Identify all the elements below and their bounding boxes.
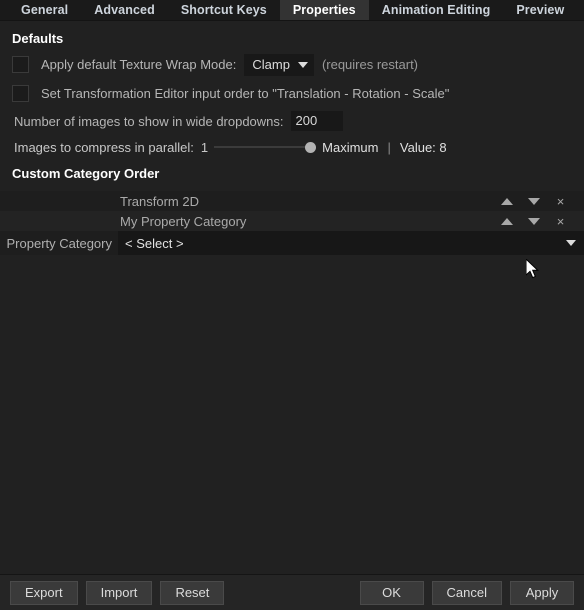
category-list: Transform 2D × My Property Category × Pr… xyxy=(0,191,584,255)
slider-handle[interactable] xyxy=(305,141,317,153)
tab-label: Shortcut Keys xyxy=(180,3,267,17)
property-category-select[interactable]: < Select > xyxy=(118,231,584,255)
transformation-editor-row: Set Transformation Editor input order to… xyxy=(0,79,584,108)
up-arrow-icon[interactable] xyxy=(500,215,513,228)
row-actions: × xyxy=(500,215,584,228)
property-category-selected-value: < Select > xyxy=(125,235,184,251)
cancel-button[interactable]: Cancel xyxy=(431,580,502,605)
chevron-down-icon xyxy=(566,240,576,246)
tab-properties[interactable]: Properties xyxy=(279,0,369,20)
wide-dropdowns-label: Number of images to show in wide dropdow… xyxy=(14,113,284,129)
texture-wrap-row: Apply default Texture Wrap Mode: Clamp (… xyxy=(0,50,584,79)
tab-advanced[interactable]: Advanced xyxy=(81,0,168,20)
defaults-section-title: Defaults xyxy=(12,31,64,46)
tab-general[interactable]: General xyxy=(8,0,81,20)
separator: | xyxy=(387,139,391,155)
tab-label: Properties xyxy=(292,3,356,17)
tab-shortcut-keys[interactable]: Shortcut Keys xyxy=(168,0,280,20)
import-button[interactable]: Import xyxy=(85,580,153,605)
texture-wrap-dropdown[interactable]: Clamp xyxy=(244,53,314,76)
tab-label: Animation Editing xyxy=(381,3,491,17)
up-arrow-icon[interactable] xyxy=(500,195,513,208)
compress-parallel-value: Value: 8 xyxy=(399,139,447,155)
tab-label: Preview xyxy=(516,3,565,17)
bottom-button-bar: Export Import Reset OK Cancel Apply xyxy=(0,574,584,610)
properties-panel: Defaults Apply default Texture Wrap Mode… xyxy=(0,21,584,574)
category-name: Transform 2D xyxy=(120,193,199,209)
compress-parallel-label: Images to compress in parallel: xyxy=(14,139,194,155)
tab-label: Advanced xyxy=(94,3,155,17)
compress-parallel-row: Images to compress in parallel: 1 Maximu… xyxy=(0,134,584,160)
down-arrow-icon[interactable] xyxy=(527,195,540,208)
texture-wrap-hint: (requires restart) xyxy=(321,57,419,72)
row-actions: × xyxy=(500,195,584,208)
apply-button[interactable]: Apply xyxy=(510,580,574,605)
transformation-editor-label: Set Transformation Editor input order to… xyxy=(41,86,450,101)
texture-wrap-checkbox[interactable] xyxy=(12,56,29,73)
mouse-cursor xyxy=(526,259,539,279)
table-row[interactable]: Transform 2D × xyxy=(0,191,584,211)
reset-button[interactable]: Reset xyxy=(160,580,225,605)
down-arrow-icon[interactable] xyxy=(527,215,540,228)
transformation-editor-checkbox[interactable] xyxy=(12,85,29,102)
tab-animation-editing[interactable]: Animation Editing xyxy=(369,0,504,20)
texture-wrap-value: Clamp xyxy=(252,57,290,72)
chevron-down-icon xyxy=(297,61,308,68)
add-category-row: Property Category < Select > xyxy=(0,231,584,255)
texture-wrap-label: Apply default Texture Wrap Mode: xyxy=(41,57,237,72)
export-button[interactable]: Export xyxy=(10,580,78,605)
close-icon[interactable]: × xyxy=(554,195,567,208)
ok-button[interactable]: OK xyxy=(359,580,424,605)
table-row[interactable]: My Property Category × xyxy=(0,211,584,231)
tab-label: General xyxy=(21,3,69,17)
tab-bar: General Advanced Shortcut Keys Propertie… xyxy=(0,0,584,21)
compress-parallel-min-label: 1 xyxy=(200,139,209,155)
tab-preview[interactable]: Preview xyxy=(503,0,577,20)
close-icon[interactable]: × xyxy=(554,215,567,228)
custom-category-order-title: Custom Category Order xyxy=(12,166,160,181)
category-name: My Property Category xyxy=(120,213,247,229)
property-category-label: Property Category xyxy=(6,235,113,251)
compress-parallel-slider[interactable] xyxy=(214,140,317,154)
wide-dropdowns-input[interactable]: 200 xyxy=(290,111,343,131)
compress-parallel-max-label: Maximum xyxy=(322,139,379,155)
wide-dropdowns-row: Number of images to show in wide dropdow… xyxy=(0,108,584,134)
